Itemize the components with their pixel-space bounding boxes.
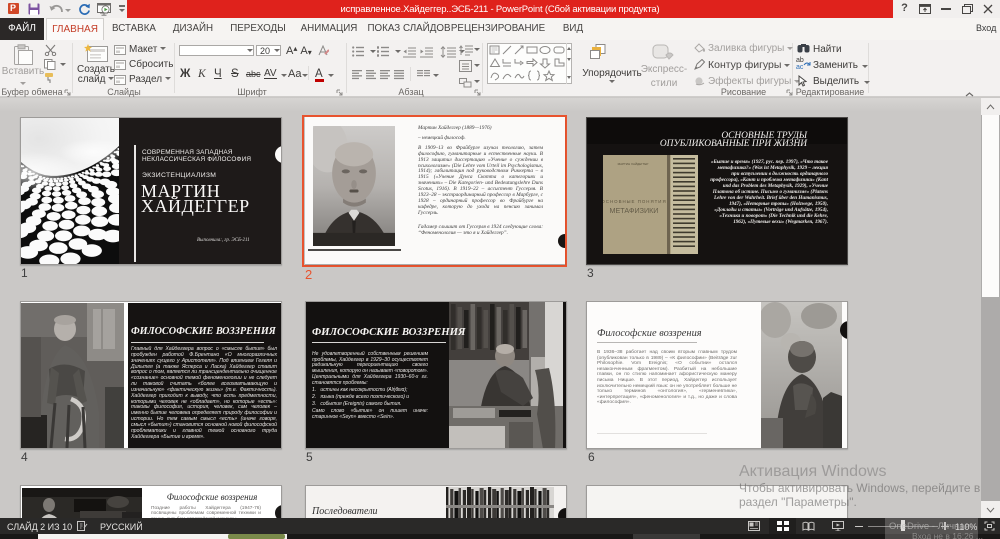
- svg-text:МЕТАФИЗИКИ: МЕТАФИЗИКИ: [610, 206, 659, 215]
- svg-text:МАРТИН ХАЙДЕГГЕР: МАРТИН ХАЙДЕГГЕР: [618, 162, 649, 166]
- svg-text:ОСНОВНЫЕ ПОНЯТИЯ: ОСНОВНЫЕ ПОНЯТИЯ: [603, 199, 667, 204]
